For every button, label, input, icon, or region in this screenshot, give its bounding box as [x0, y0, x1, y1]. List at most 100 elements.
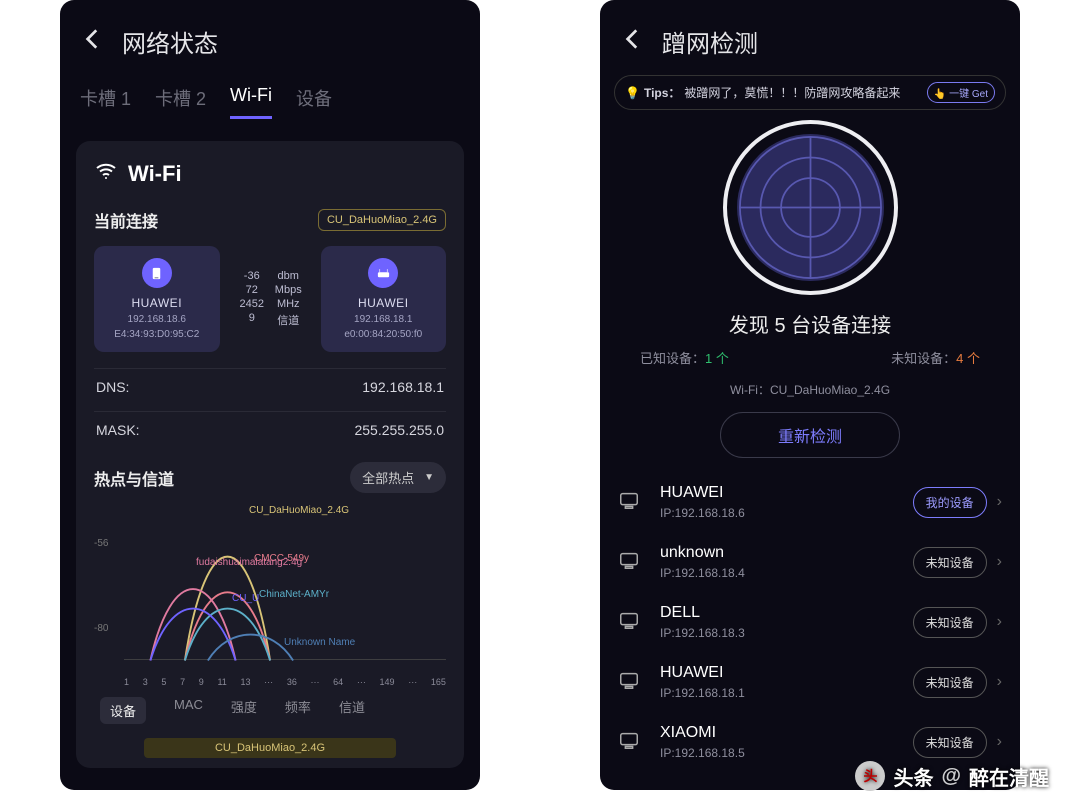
tips-banner[interactable]: 💡 Tips： 被蹭网了，莫慌！！！防蹭网攻略备起来 👆 一键 Get: [614, 75, 1006, 110]
chevron-right-icon: ›: [997, 733, 1002, 751]
monitor-icon: [618, 729, 644, 756]
device-name: HUAWEI: [660, 484, 913, 502]
page-title: 蹭网检测: [662, 24, 758, 59]
router-device-name: HUAWEI: [327, 296, 441, 310]
page-title: 网络状态: [122, 24, 218, 59]
chart-series-label: CU_DaHuoMiao_2.4G: [249, 505, 349, 516]
tips-prefix: Tips：: [644, 84, 680, 101]
wifi-card: Wi-Fi 当前连接 CU_DaHuoMiao_2.4G HUAWEI 192.…: [76, 141, 464, 768]
chart-tab-强度[interactable]: 强度: [231, 697, 257, 724]
chart-tabs: 设备 MAC 强度 频率 信道: [94, 691, 446, 734]
phone-icon: [142, 258, 172, 288]
wifi-title: Wi-Fi: [128, 161, 182, 187]
x-tick: 5: [161, 677, 166, 687]
device-row[interactable]: HUAWEI IP:192.168.18.6 我的设备 ›: [610, 472, 1010, 532]
device-name: DELL: [660, 604, 913, 622]
tab-卡槽 2[interactable]: 卡槽 2: [155, 85, 206, 119]
x-tick: 9: [199, 677, 204, 687]
stat-channel-value: 9: [234, 312, 271, 328]
found-devices-title: 发现 5 台设备连接: [600, 309, 1020, 338]
device-name: XIAOMI: [660, 724, 913, 742]
chevron-right-icon: ›: [997, 613, 1002, 631]
chart-tab-设备[interactable]: 设备: [100, 697, 146, 724]
toutiao-logo-icon: 头: [855, 761, 885, 791]
known-count: 已知设备：1 个: [640, 348, 729, 367]
chart-tab-频率[interactable]: 频率: [285, 697, 311, 724]
device-row[interactable]: DELL IP:192.168.18.3 未知设备 ›: [610, 592, 1010, 652]
ssid-badge: CU_DaHuoMiao_2.4G: [318, 209, 446, 231]
tab-设备[interactable]: 设备: [296, 85, 332, 119]
x-tick: 13: [240, 677, 250, 687]
device-ip: IP:192.168.18.4: [660, 566, 913, 580]
back-icon[interactable]: [80, 26, 106, 57]
dns-label: DNS:: [96, 379, 129, 395]
monitor-icon: [618, 669, 644, 696]
device-ip: IP:192.168.18.6: [660, 506, 913, 520]
router-icon: [368, 258, 398, 288]
network-status-screen: 网络状态 卡槽 1 卡槽 2 Wi-Fi 设备 Wi-Fi 当前连接 CU_DaHuo…: [60, 0, 480, 790]
bulb-icon: 💡: [625, 86, 640, 100]
x-tick: ···: [264, 677, 273, 687]
device-card-router[interactable]: HUAWEI 192.168.18.1 e0:00:84:20:50:f0: [321, 246, 447, 352]
x-tick: ···: [357, 677, 366, 687]
x-tick: ···: [408, 677, 417, 687]
chart-tab-MAC[interactable]: MAC: [174, 697, 203, 724]
back-icon[interactable]: [620, 26, 646, 57]
local-device-ip: 192.168.18.6: [100, 314, 214, 325]
local-device-name: HUAWEI: [100, 296, 214, 310]
x-tick: 149: [380, 677, 395, 687]
link-icon: 👆: [934, 89, 946, 100]
my-device-badge[interactable]: 我的设备: [913, 487, 987, 518]
x-tick: 7: [180, 677, 185, 687]
stat-dbm-unit: dbm: [270, 270, 307, 282]
wifi-icon: [94, 159, 118, 188]
radar-graphic: [723, 120, 898, 295]
chevron-right-icon: ›: [997, 553, 1002, 571]
monitor-icon: [618, 489, 644, 516]
chart-series-label: Unknown Name: [284, 637, 355, 648]
unknown-device-badge[interactable]: 未知设备: [913, 667, 987, 698]
device-card-local[interactable]: HUAWEI 192.168.18.6 E4:34:93:D0:95:C2: [94, 246, 220, 352]
device-list: HUAWEI IP:192.168.18.6 我的设备 › unknown IP…: [600, 472, 1020, 772]
unknown-device-badge[interactable]: 未知设备: [913, 547, 987, 578]
y-tick: -80: [94, 623, 124, 634]
one-click-get-button[interactable]: 👆 一键 Get: [927, 82, 995, 103]
y-tick: -56: [94, 538, 124, 549]
current-connection-label: 当前连接: [94, 208, 158, 232]
hotspot-section-label: 热点与信道: [94, 466, 174, 490]
chart-tab-信道[interactable]: 信道: [339, 697, 365, 724]
wifi-ssid-line: Wi-Fi：CU_DaHuoMiao_2.4G: [600, 381, 1020, 398]
device-row[interactable]: unknown IP:192.168.18.4 未知设备 ›: [610, 532, 1010, 592]
stat-mbps-unit: Mbps: [270, 284, 307, 296]
channel-chart: -56-80 135791113···36···64···149···165 C…: [94, 501, 446, 691]
device-ip: IP:192.168.18.5: [660, 746, 913, 760]
chevron-right-icon: ›: [997, 493, 1002, 511]
stat-mhz-value: 2452: [234, 298, 271, 310]
stat-mhz-unit: MHz: [270, 298, 307, 310]
device-row[interactable]: HUAWEI IP:192.168.18.1 未知设备 ›: [610, 652, 1010, 712]
tab-Wi-Fi[interactable]: Wi-Fi: [230, 85, 272, 119]
rescan-button[interactable]: 重新检测: [720, 412, 900, 458]
unknown-device-badge[interactable]: 未知设备: [913, 727, 987, 758]
x-tick: 1: [124, 677, 129, 687]
router-device-mac: e0:00:84:20:50:f0: [327, 329, 441, 340]
local-device-mac: E4:34:93:D0:95:C2: [100, 329, 214, 340]
mask-row: MASK: 255.255.255.0: [94, 411, 446, 448]
x-tick: 165: [431, 677, 446, 687]
hotspot-filter-select[interactable]: 全部热点 ▼: [350, 462, 446, 493]
mask-value: 255.255.255.0: [354, 422, 444, 438]
selected-ssid-bar[interactable]: CU_DaHuoMiao_2.4G: [144, 738, 396, 758]
leech-detection-screen: 蹭网检测 💡 Tips： 被蹭网了，莫慌！！！防蹭网攻略备起来 👆 一键 Get: [600, 0, 1020, 790]
stat-mbps-value: 72: [234, 284, 271, 296]
chart-series-label: ChinaNet-AMYr: [259, 589, 329, 600]
chevron-right-icon: ›: [997, 673, 1002, 691]
chart-series-label: fudaishuaimalatang2.4g: [196, 557, 302, 568]
unknown-device-badge[interactable]: 未知设备: [913, 607, 987, 638]
tab-卡槽 1[interactable]: 卡槽 1: [80, 85, 131, 119]
router-device-ip: 192.168.18.1: [327, 314, 441, 325]
mask-label: MASK:: [96, 422, 140, 438]
stat-channel-unit: 信道: [270, 312, 307, 328]
monitor-icon: [618, 549, 644, 576]
device-name: unknown: [660, 544, 913, 562]
device-ip: IP:192.168.18.1: [660, 686, 913, 700]
